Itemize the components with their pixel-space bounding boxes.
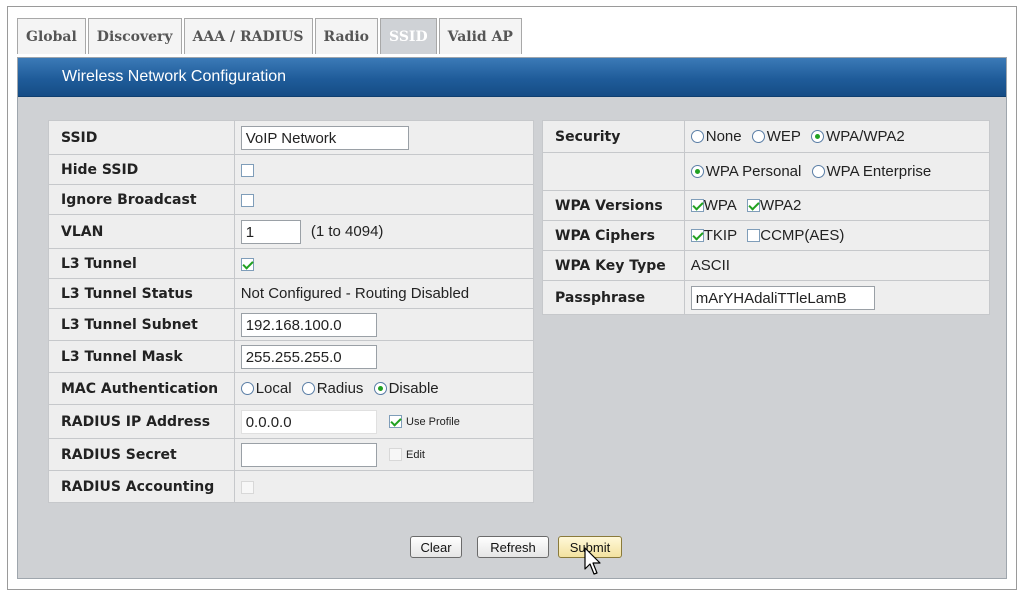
row-radius-secret: RADIUS Secret Edit [48, 438, 535, 471]
right-form: Security None WEP WPA/WPA2 WPA Personal … [542, 120, 991, 315]
security-wep-label: WEP [766, 128, 801, 146]
wpa-enterprise-label: WPA Enterprise [826, 163, 932, 181]
row-passphrase: Passphrase mArYHAdaliTTleLamB [542, 280, 991, 315]
tab-radio[interactable]: Radio [314, 18, 379, 54]
wpa2-checkbox[interactable] [746, 199, 760, 213]
row-radius-ip: RADIUS IP Address 0.0.0.0 Use Profile [48, 404, 535, 439]
mac-auth-disable-label: Disable [388, 380, 439, 398]
ccmp-label: CCMP(AES) [760, 227, 845, 245]
l3-tunnel-status-value: Not Configured - Routing Disabled [233, 278, 535, 309]
security-wpa-radio[interactable] [811, 130, 825, 144]
radius-secret-input[interactable] [240, 442, 377, 467]
wpa-ciphers-label: WPA Ciphers [542, 220, 685, 251]
tab-bar: Global Discovery AAA / RADIUS Radio SSID… [17, 18, 524, 56]
mac-auth-local-label: Local [255, 380, 292, 398]
row-wpa-versions: WPA Versions WPA WPA2 [542, 190, 991, 221]
wpa-checkbox[interactable] [690, 199, 704, 213]
row-radius-accounting: RADIUS Accounting [48, 470, 535, 503]
hide-ssid-label: Hide SSID [48, 154, 235, 185]
security-wep-radio[interactable] [751, 130, 765, 144]
l3-tunnel-mask-label: L3 Tunnel Mask [48, 340, 235, 373]
vlan-range-hint: (1 to 4094) [310, 223, 384, 240]
ignore-broadcast-label: Ignore Broadcast [48, 184, 235, 215]
row-l3-tunnel-status: L3 Tunnel Status Not Configured - Routin… [48, 278, 535, 309]
row-mac-auth: MAC Authentication Local Radius Disable [48, 372, 535, 405]
radius-accounting-checkbox[interactable] [240, 480, 254, 494]
ssid-input[interactable]: VoIP Network [240, 125, 409, 150]
mac-auth-local-radio[interactable] [240, 382, 254, 396]
row-ignore-broadcast: Ignore Broadcast [48, 184, 535, 215]
hide-ssid-checkbox[interactable] [240, 163, 254, 177]
tkip-label: TKIP [703, 227, 738, 245]
security-none-label: None [705, 128, 742, 146]
tab-ssid[interactable]: SSID [380, 18, 437, 54]
left-form: SSID VoIP Network Hide SSID Ignore Broad… [48, 120, 535, 503]
row-l3-tunnel-subnet: L3 Tunnel Subnet 192.168.100.0 [48, 308, 535, 341]
row-hide-ssid: Hide SSID [48, 154, 535, 185]
tab-discovery[interactable]: Discovery [87, 18, 182, 54]
wpa-key-type-value: ASCII [683, 250, 991, 281]
passphrase-input[interactable]: mArYHAdaliTTleLamB [690, 285, 875, 310]
wpa2-version-label: WPA2 [759, 197, 802, 215]
vlan-input[interactable]: 1 [240, 219, 301, 244]
row-security-mode: WPA Personal WPA Enterprise [542, 152, 991, 191]
l3-tunnel-subnet-label: L3 Tunnel Subnet [48, 308, 235, 341]
radius-secret-label: RADIUS Secret [48, 438, 235, 471]
mac-auth-disable-radio[interactable] [373, 382, 387, 396]
wpa-versions-label: WPA Versions [542, 190, 685, 221]
wpa-version-label: WPA [703, 197, 737, 215]
l3-tunnel-status-label: L3 Tunnel Status [48, 278, 235, 309]
l3-tunnel-subnet-input[interactable]: 192.168.100.0 [240, 312, 377, 337]
l3-tunnel-label: L3 Tunnel [48, 248, 235, 279]
tab-global[interactable]: Global [17, 18, 86, 54]
row-wpa-ciphers: WPA Ciphers TKIP CCMP(AES) [542, 220, 991, 251]
ignore-broadcast-checkbox[interactable] [240, 193, 254, 207]
radius-ip-input[interactable]: 0.0.0.0 [240, 409, 377, 434]
security-label: Security [542, 120, 685, 153]
clear-button[interactable]: Clear [410, 536, 462, 558]
tkip-checkbox[interactable] [690, 229, 704, 243]
wpa-key-type-label: WPA Key Type [542, 250, 685, 281]
vlan-label: VLAN [48, 214, 235, 249]
row-l3-tunnel: L3 Tunnel [48, 248, 535, 279]
refresh-button[interactable]: Refresh [477, 536, 549, 558]
tab-valid-ap[interactable]: Valid AP [438, 18, 522, 54]
passphrase-label: Passphrase [542, 280, 685, 315]
row-l3-tunnel-mask: L3 Tunnel Mask 255.255.255.0 [48, 340, 535, 373]
mouse-pointer-icon [584, 547, 601, 575]
ccmp-checkbox[interactable] [747, 229, 761, 243]
mac-auth-radius-radio[interactable] [301, 382, 315, 396]
radius-accounting-label: RADIUS Accounting [48, 470, 235, 503]
use-profile-checkbox[interactable] [388, 415, 402, 428]
security-none-radio[interactable] [690, 130, 704, 144]
ssid-label: SSID [48, 120, 235, 155]
wpa-personal-label: WPA Personal [705, 163, 802, 181]
mac-auth-radius-label: Radius [316, 380, 364, 398]
panel-title: Wireless Network Configuration [62, 68, 287, 85]
wpa-enterprise-radio[interactable] [811, 165, 825, 179]
wpa-personal-radio[interactable] [690, 165, 704, 179]
config-panel: Wireless Network Configuration SSID VoIP… [17, 57, 1007, 579]
row-wpa-key-type: WPA Key Type ASCII [542, 250, 991, 281]
mac-auth-label: MAC Authentication [48, 372, 235, 405]
row-vlan: VLAN 1 (1 to 4094) [48, 214, 535, 249]
security-wpa-label: WPA/WPA2 [826, 128, 905, 146]
row-ssid: SSID VoIP Network [48, 120, 535, 155]
l3-tunnel-checkbox[interactable] [240, 257, 254, 271]
edit-checkbox[interactable] [388, 448, 402, 461]
panel-title-bar: Wireless Network Configuration [18, 58, 1006, 97]
use-profile-label: Use Profile [406, 415, 460, 428]
l3-tunnel-mask-input[interactable]: 255.255.255.0 [240, 344, 377, 369]
row-security: Security None WEP WPA/WPA2 [542, 120, 991, 153]
radius-ip-label: RADIUS IP Address [48, 404, 235, 439]
edit-label: Edit [406, 448, 425, 461]
tab-aaa-radius[interactable]: AAA / RADIUS [183, 18, 313, 54]
